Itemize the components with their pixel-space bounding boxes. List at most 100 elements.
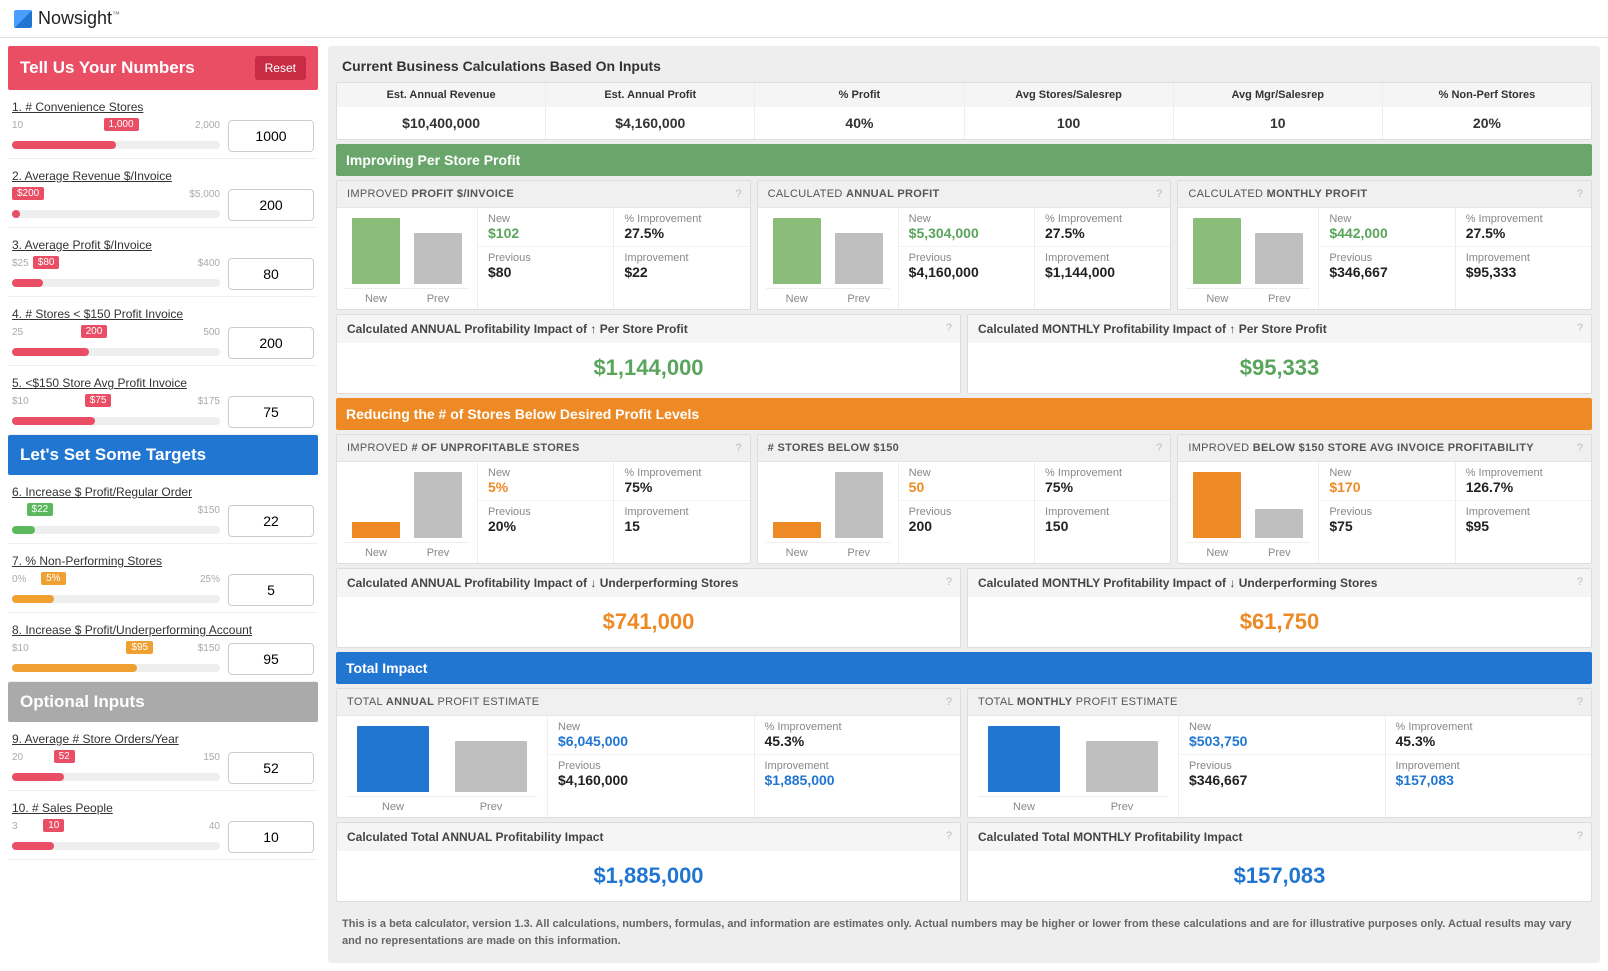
impact-header: Calculated Total ANNUAL Profitability Im… <box>337 823 960 851</box>
slider-s4: 4. # Stores < $150 Profit Invoice 25 200… <box>8 297 318 366</box>
targets-title: Let's Set Some Targets <box>20 445 206 465</box>
logo-icon <box>14 10 32 28</box>
help-icon[interactable]: ? <box>946 322 952 334</box>
slider-track[interactable] <box>12 526 220 534</box>
card-chart: NewPrev <box>1178 208 1318 309</box>
stat-key: Previous <box>1329 506 1444 518</box>
stat-key: % Improvement <box>1045 467 1160 479</box>
help-icon[interactable]: ? <box>946 830 952 842</box>
slider-label: 3. Average Profit $/Invoice <box>12 238 314 252</box>
slider-input[interactable] <box>228 396 314 428</box>
card-chart: NewPrev <box>1178 462 1318 563</box>
targets-header: Let's Set Some Targets <box>8 435 318 475</box>
help-icon[interactable]: ? <box>1577 696 1583 708</box>
bar-new <box>773 218 821 284</box>
stat-new: $6,045,000 <box>558 733 744 749</box>
bar-label-new: New <box>1193 293 1241 305</box>
card-blue-c2: ? TOTAL MONTHLY PROFIT ESTIMATE NewPrev … <box>967 688 1592 818</box>
sidebar: Tell Us Your Numbers Reset 1. # Convenie… <box>8 46 318 963</box>
help-icon[interactable]: ? <box>1577 830 1583 842</box>
band-reducing-stores: Reducing the # of Stores Below Desired P… <box>336 398 1592 430</box>
slider-input[interactable] <box>228 752 314 784</box>
stat-imp: $22 <box>624 264 739 280</box>
slider-track[interactable] <box>12 595 220 603</box>
slider-input[interactable] <box>228 189 314 221</box>
slider-track[interactable] <box>12 842 220 850</box>
stat-key: % Improvement <box>1466 467 1581 479</box>
slider-track[interactable] <box>12 664 220 672</box>
card-header: IMPROVED BELOW $150 STORE AVG INVOICE PR… <box>1178 435 1591 462</box>
current-calc-title: Current Business Calculations Based On I… <box>332 50 1596 82</box>
impact-annual-per-store: ?Calculated ANNUAL Profitability Impact … <box>336 314 961 394</box>
stat-imp: $1,885,000 <box>765 772 951 788</box>
slider-max: 40 <box>209 821 220 832</box>
slider-input[interactable] <box>228 821 314 853</box>
help-icon[interactable]: ? <box>1577 322 1583 334</box>
slider-label: 2. Average Revenue $/Invoice <box>12 169 314 183</box>
help-icon[interactable]: ? <box>1577 442 1583 454</box>
slider-bubble: 52 <box>54 750 75 763</box>
help-icon[interactable]: ? <box>736 188 742 200</box>
slider-label: 9. Average # Store Orders/Year <box>12 732 314 746</box>
card-green-c3: ? CALCULATED MONTHLY PROFIT NewPrev New$… <box>1177 180 1592 310</box>
bar-new <box>988 726 1060 792</box>
bar-new <box>352 522 400 539</box>
slider-track[interactable] <box>12 417 220 425</box>
stat-prev: $75 <box>1329 518 1444 534</box>
slider-track[interactable] <box>12 773 220 781</box>
stat-prev: $4,160,000 <box>558 772 744 788</box>
help-icon[interactable]: ? <box>1156 442 1162 454</box>
help-icon[interactable]: ? <box>1577 576 1583 588</box>
help-icon[interactable]: ? <box>946 576 952 588</box>
slider-bubble: $200 <box>12 187 44 200</box>
band-improving-profit: Improving Per Store Profit <box>336 144 1592 176</box>
slider-track[interactable] <box>12 279 220 287</box>
card-header: # STORES BELOW $150 <box>758 435 1171 462</box>
stat-key: Previous <box>558 760 744 772</box>
bar-label-new: New <box>357 801 429 813</box>
stat-imp: $1,144,000 <box>1045 264 1160 280</box>
slider-min: 0% <box>12 574 26 585</box>
stat-key: Previous <box>1189 760 1375 772</box>
slider-input[interactable] <box>228 327 314 359</box>
slider-input[interactable] <box>228 120 314 152</box>
slider-input[interactable] <box>228 258 314 290</box>
band-total-impact: Total Impact <box>336 652 1592 684</box>
slider-track[interactable] <box>12 210 220 218</box>
slider-min: 20 <box>12 752 23 763</box>
stat-imp: 150 <box>1045 518 1160 534</box>
help-icon[interactable]: ? <box>736 442 742 454</box>
slider-input[interactable] <box>228 505 314 537</box>
stat-new: $503,750 <box>1189 733 1375 749</box>
card-chart: NewPrev <box>337 462 477 563</box>
stat-key: New <box>909 213 1024 225</box>
help-icon[interactable]: ? <box>1577 188 1583 200</box>
bar-new <box>357 726 429 792</box>
reset-button[interactable]: Reset <box>255 56 306 80</box>
slider-s6: 6. Increase $ Profit/Regular Order $22 $… <box>8 475 318 544</box>
card-header: TOTAL ANNUAL PROFIT ESTIMATE <box>337 689 960 716</box>
help-icon[interactable]: ? <box>1156 188 1162 200</box>
slider-min: 3 <box>12 821 18 832</box>
impact-header: Calculated MONTHLY Profitability Impact … <box>968 569 1591 597</box>
bar-prev <box>835 472 883 538</box>
calc-value: 40% <box>755 107 963 139</box>
stat-key: Improvement <box>1045 252 1160 264</box>
slider-s1: 1. # Convenience Stores 10 1,000 2,000 <box>8 90 318 159</box>
bar-label-prev: Prev <box>835 547 883 559</box>
stat-prev: $346,667 <box>1189 772 1375 788</box>
slider-max: $150 <box>198 505 220 516</box>
slider-input[interactable] <box>228 643 314 675</box>
stat-key: % Improvement <box>765 721 951 733</box>
slider-input[interactable] <box>228 574 314 606</box>
optional-header: Optional Inputs <box>8 682 318 722</box>
calc-value: 10 <box>1174 107 1382 139</box>
stat-new: $5,304,000 <box>909 225 1024 241</box>
calc-label: % Profit <box>755 83 963 107</box>
slider-track[interactable] <box>12 141 220 149</box>
bar-new <box>773 522 821 539</box>
help-icon[interactable]: ? <box>946 696 952 708</box>
slider-track[interactable] <box>12 348 220 356</box>
card-chart: NewPrev <box>337 208 477 309</box>
stat-pct: 45.3% <box>1396 733 1582 749</box>
